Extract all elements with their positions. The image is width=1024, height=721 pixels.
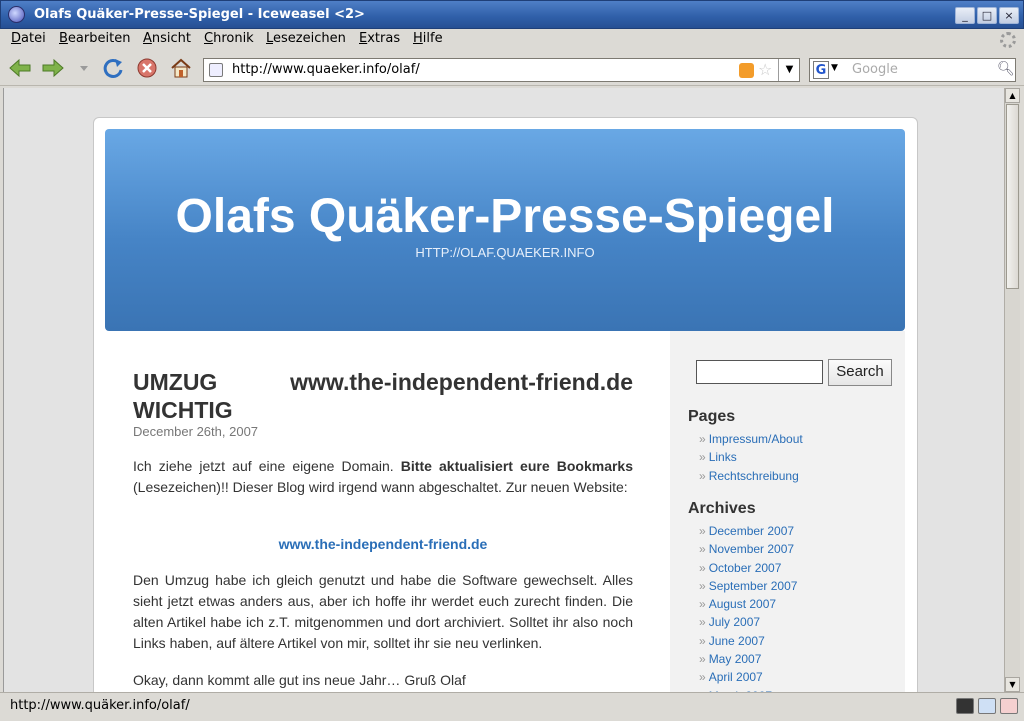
archive-link[interactable]: December 2007 — [709, 524, 794, 538]
post-title[interactable]: UMZUG www.the-independent-friend.de WICHT… — [133, 368, 633, 424]
status-bar: http://www.quäker.info/olaf/ — [0, 692, 1024, 721]
pages-item: » Links — [699, 448, 803, 466]
archive-link[interactable]: April 2007 — [709, 670, 763, 684]
post-link-line: www.the-independent-friend.de — [133, 536, 633, 552]
back-arrow-icon[interactable] — [8, 57, 32, 79]
blog-subtitle: HTTP://OLAF.QUAEKER.INFO — [415, 245, 595, 260]
scrollbar-thumb[interactable] — [1006, 104, 1019, 289]
close-button[interactable]: × — [999, 7, 1019, 24]
bullet-icon: » — [699, 615, 706, 630]
post-title-word[interactable]: UMZUG — [133, 368, 217, 396]
archives-list: » December 2007» November 2007» October 200… — [699, 522, 797, 692]
content-viewport: Olafs Quäker-Presse-Spiegel HTTP://OLAF.… — [3, 88, 1005, 692]
throbber-icon — [1000, 32, 1016, 48]
download-status-icon[interactable] — [1000, 698, 1018, 714]
blog-search-input[interactable] — [696, 360, 823, 384]
bullet-icon: » — [699, 560, 706, 575]
archive-item: » December 2007 — [699, 522, 797, 540]
url-bar[interactable]: http://www.quaeker.info/olaf/ ☆ ▼ — [203, 58, 800, 82]
menu-chronik[interactable]: Chronik — [204, 31, 254, 46]
menu-lesezeichen[interactable]: Lesezeichen — [266, 31, 346, 46]
history-dropdown-icon[interactable] — [78, 57, 90, 79]
window-title: Olafs Quäker-Presse-Spiegel - Iceweasel … — [34, 7, 365, 22]
post-paragraph-1: Ich ziehe jetzt auf eine eigene Domain. … — [133, 458, 634, 495]
archive-link[interactable]: June 2007 — [709, 634, 765, 648]
post-date: December 26th, 2007 — [133, 424, 259, 439]
url-text[interactable]: http://www.quaeker.info/olaf/ — [232, 62, 420, 77]
pages-list: » Impressum/About» Links» Rechtschreibung — [699, 430, 803, 485]
bullet-icon: » — [699, 670, 706, 685]
rss-feed-icon[interactable] — [739, 63, 754, 78]
engine-dropdown-icon[interactable]: ▼ — [831, 63, 838, 73]
post-title-domain[interactable]: www.the-independent-friend.de — [290, 368, 633, 396]
menubar: Datei Bearbeiten Ansicht Chronik Lesezei… — [0, 29, 1024, 49]
window-titlebar[interactable]: Olafs Quäker-Presse-Spiegel - Iceweasel … — [0, 0, 1024, 29]
archive-item: » July 2007 — [699, 613, 797, 631]
forward-arrow-icon[interactable] — [41, 57, 65, 79]
archive-link[interactable]: September 2007 — [709, 579, 798, 593]
menu-ansicht[interactable]: Ansicht — [143, 31, 191, 46]
pages-link[interactable]: Rechtschreibung — [709, 469, 799, 483]
stop-icon[interactable] — [135, 57, 159, 79]
bullet-icon: » — [699, 542, 706, 557]
blog-search-button[interactable]: Search — [828, 359, 892, 386]
url-dropdown-button[interactable]: ▼ — [778, 59, 800, 81]
blog-page: Olafs Quäker-Presse-Spiegel HTTP://OLAF.… — [93, 117, 918, 692]
new-domain-link[interactable]: www.the-independent-friend.de — [279, 536, 488, 552]
archives-heading: Archives — [688, 500, 756, 517]
menu-hilfe[interactable]: Hilfe — [413, 31, 443, 46]
pages-link[interactable]: Impressum/About — [709, 432, 803, 446]
search-magnifier-icon[interactable]: 🔍︎ — [997, 61, 1015, 77]
scroll-up-arrow-icon[interactable]: ▲ — [1005, 88, 1020, 103]
home-icon[interactable] — [169, 57, 193, 79]
archive-link[interactable]: May 2007 — [709, 652, 762, 666]
post-paragraph-2: Den Umzug habe ich gleich genutzt und ha… — [133, 572, 633, 651]
google-engine-icon[interactable]: G — [813, 61, 829, 79]
archive-item: » August 2007 — [699, 595, 797, 613]
blog-header: Olafs Quäker-Presse-Spiegel HTTP://OLAF.… — [105, 129, 905, 331]
archive-item: » June 2007 — [699, 632, 797, 650]
vertical-scrollbar[interactable]: ▲ ▼ — [1004, 88, 1020, 692]
bullet-icon: » — [699, 450, 706, 465]
pages-link[interactable]: Links — [709, 450, 737, 464]
archive-link[interactable]: November 2007 — [709, 542, 794, 556]
pages-heading: Pages — [688, 408, 736, 425]
bullet-icon: » — [699, 468, 706, 483]
status-text: http://www.quäker.info/olaf/ — [10, 698, 190, 713]
bullet-icon: » — [699, 524, 706, 538]
pages-item: » Rechtschreibung — [699, 467, 803, 485]
bullet-icon: » — [699, 652, 706, 667]
archive-link[interactable]: July 2007 — [709, 615, 760, 629]
bullet-icon: » — [699, 578, 706, 593]
menu-bearbeiten[interactable]: Bearbeiten — [59, 31, 130, 46]
bullet-icon: » — [699, 432, 706, 446]
post-paragraph-3: Okay, dann kommt alle gut ins neue Jahr…… — [133, 672, 466, 688]
search-bar[interactable]: G ▼ Google 🔍︎ — [809, 58, 1016, 82]
pages-item: » Impressum/About — [699, 430, 803, 448]
archive-item: » April 2007 — [699, 668, 797, 686]
iceweasel-icon — [8, 6, 25, 23]
blog-title[interactable]: Olafs Quäker-Presse-Spiegel — [105, 189, 905, 244]
mail-status-icon[interactable] — [978, 698, 996, 714]
archive-item: » September 2007 — [699, 577, 797, 595]
maximize-button[interactable]: □ — [977, 7, 997, 24]
bullet-icon: » — [699, 597, 706, 612]
archive-link[interactable]: August 2007 — [709, 597, 776, 611]
archive-item: » October 2007 — [699, 559, 797, 577]
search-placeholder[interactable]: Google — [852, 62, 898, 77]
archive-item: » November 2007 — [699, 540, 797, 558]
archive-link[interactable]: October 2007 — [709, 561, 782, 575]
archive-item: » May 2007 — [699, 650, 797, 668]
reload-icon[interactable] — [101, 57, 125, 79]
post-title-line2[interactable]: WICHTIG — [133, 396, 633, 424]
site-identity-icon[interactable] — [209, 63, 223, 77]
bookmark-star-icon[interactable]: ☆ — [758, 60, 772, 79]
minimize-button[interactable]: _ — [955, 7, 975, 24]
menu-datei[interactable]: Datei — [11, 31, 46, 46]
bullet-icon: » — [699, 633, 706, 648]
scroll-down-arrow-icon[interactable]: ▼ — [1005, 677, 1020, 692]
extension-status-icon[interactable] — [956, 698, 974, 714]
menu-extras[interactable]: Extras — [359, 31, 400, 46]
